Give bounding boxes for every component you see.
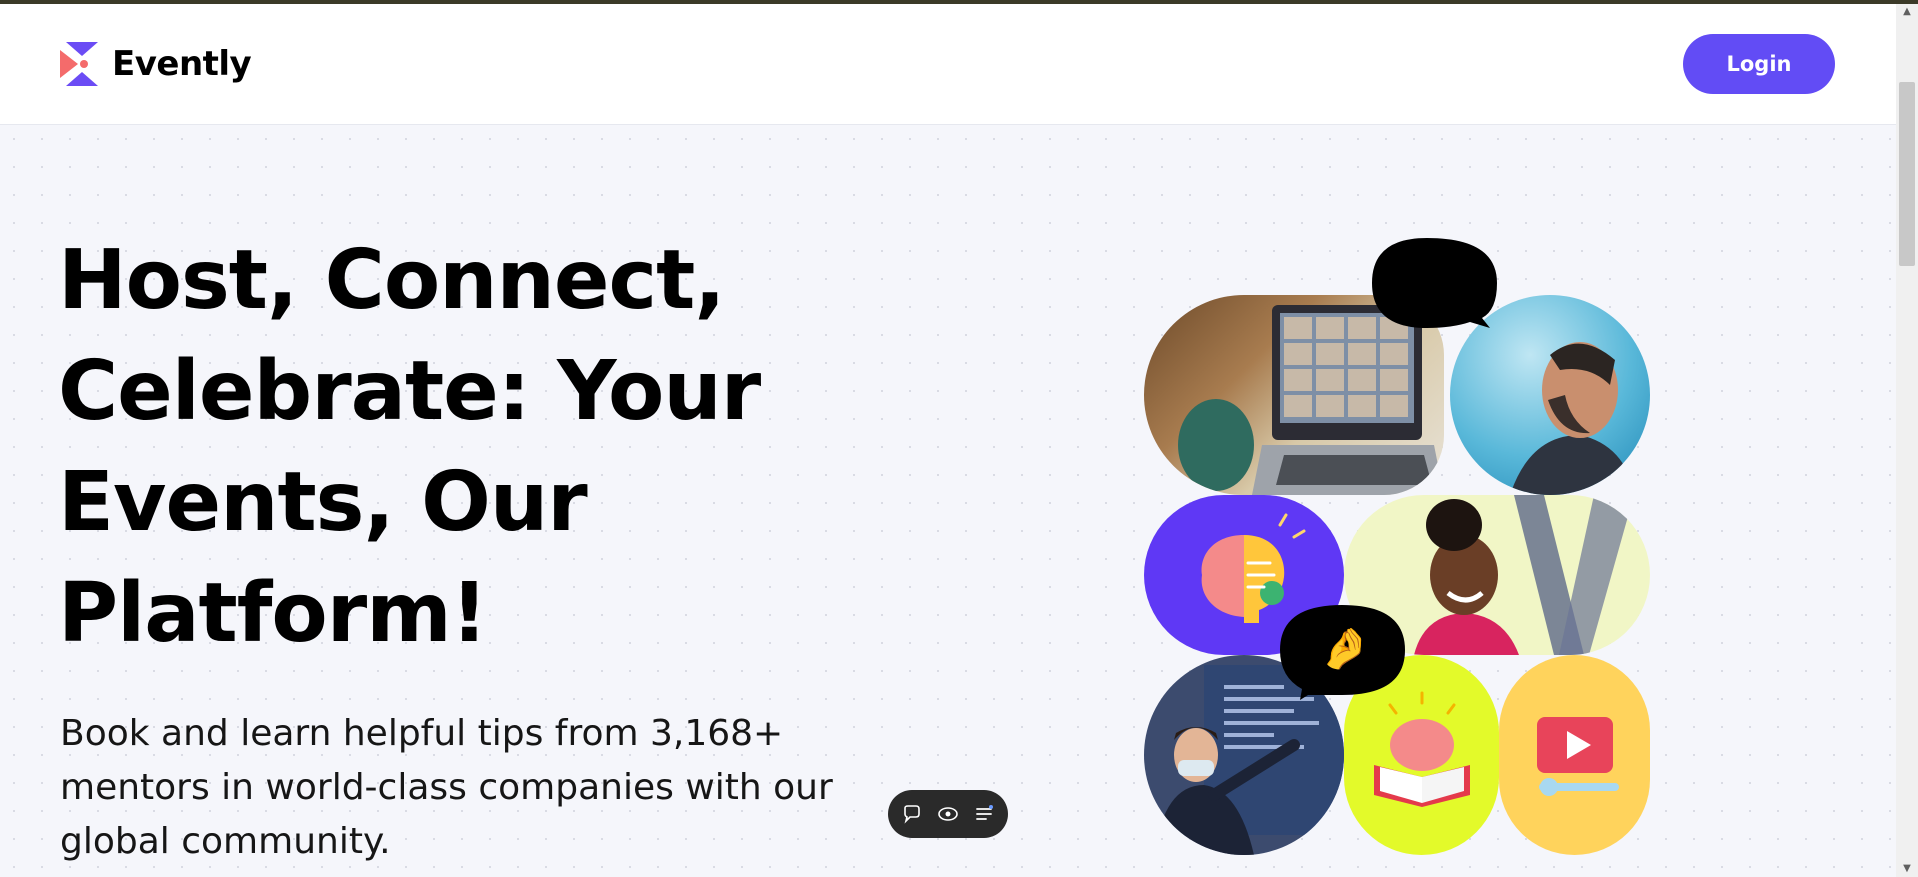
scroll-up-arrow-icon[interactable]: ▲ <box>1901 6 1913 18</box>
hero-subtitle: Book and learn helpful tips from 3,168+ … <box>60 713 833 862</box>
page-scrollbar[interactable]: ▲ ▼ <box>1896 4 1918 877</box>
floating-toolbar <box>888 790 1008 838</box>
scroll-thumb[interactable] <box>1899 82 1915 266</box>
comment-icon[interactable] <box>900 802 924 826</box>
brand-logo[interactable]: Evently <box>60 42 252 86</box>
menu-icon[interactable] <box>972 802 996 826</box>
hero-collage: 😍 🤌 <box>1140 210 1660 860</box>
heart-eyes-emoji-bubble: 😍 <box>1372 238 1502 328</box>
pinched-fingers-emoji-bubble: 🤌 <box>1280 605 1405 700</box>
hero-section: Host, Connect, Celebrate: Your Events, O… <box>0 125 1896 877</box>
video-play-icon <box>1499 655 1650 855</box>
pinched-fingers-emoji: 🤌 <box>1320 626 1370 672</box>
scroll-down-arrow-icon[interactable]: ▼ <box>1901 863 1913 875</box>
evently-logo-icon <box>60 42 98 86</box>
brand-name: Evently <box>112 44 252 84</box>
login-button[interactable]: Login <box>1683 34 1835 94</box>
hero-title: Host, Connect, Celebrate: Your Events, O… <box>58 233 761 661</box>
site-header: Evently Login <box>0 4 1896 125</box>
heart-eyes-emoji: 😍 <box>1412 256 1456 305</box>
eye-icon[interactable] <box>936 802 960 826</box>
